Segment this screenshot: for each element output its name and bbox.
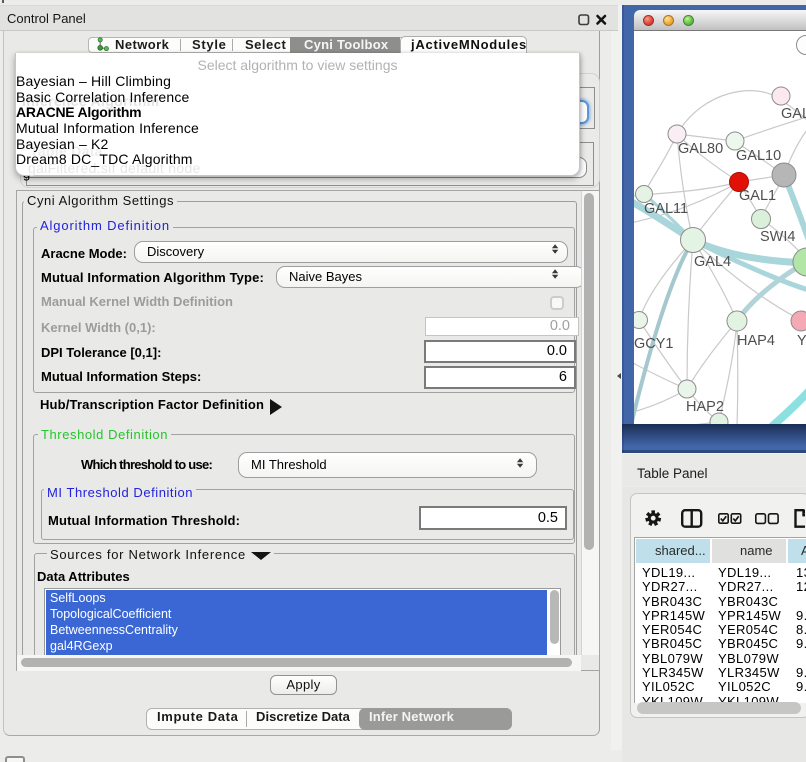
svg-text:GAL80: GAL80 [678,141,723,157]
svg-text:HAP2: HAP2 [686,399,724,415]
svg-text:HAP4: HAP4 [737,333,775,349]
svg-text:Y: Y [797,333,806,349]
svg-text:GAL1: GAL1 [739,188,776,204]
svg-text:GCY1: GCY1 [634,336,674,352]
svg-text:GAL10: GAL10 [736,148,781,164]
svg-text:GAL11: GAL11 [644,201,688,217]
svg-text:GAL: GAL [781,106,806,122]
svg-text:GAL4: GAL4 [694,254,731,270]
svg-text:SWI4: SWI4 [760,229,795,245]
